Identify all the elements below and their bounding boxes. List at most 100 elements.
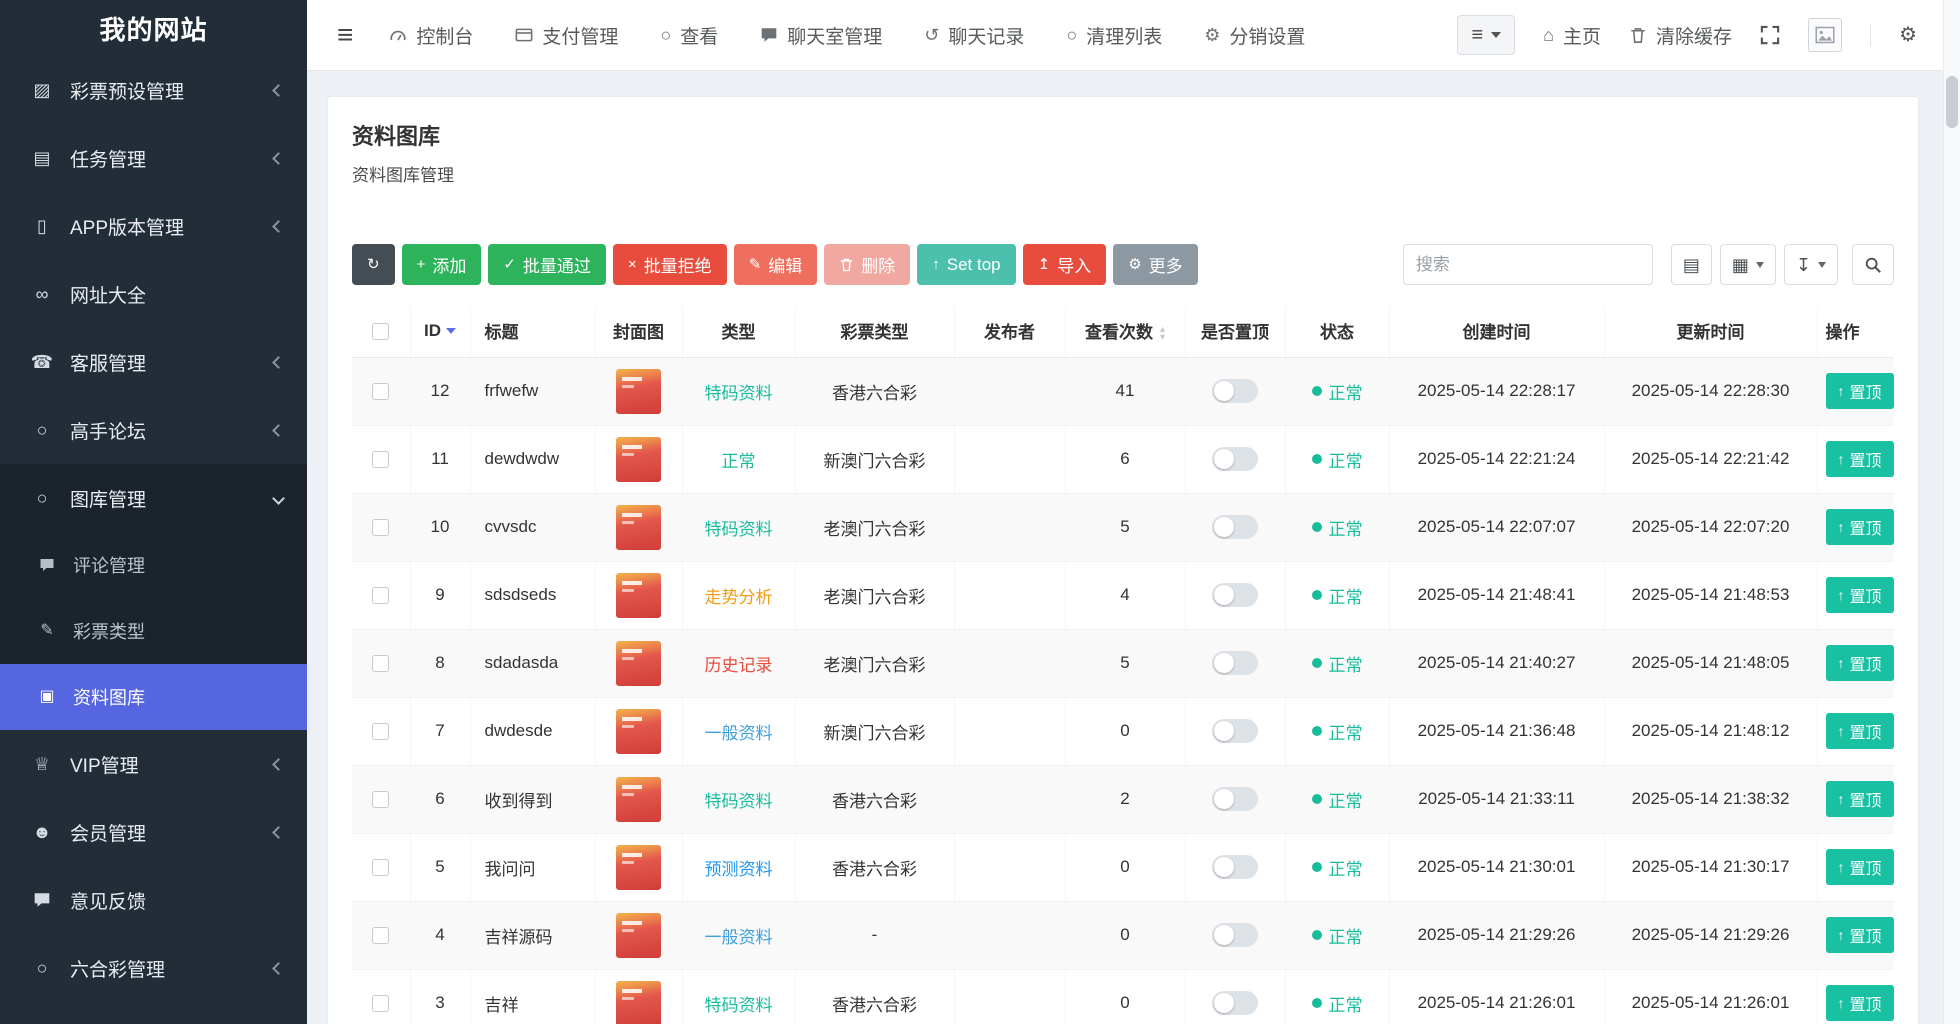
sidebar-subitem[interactable]: ✎彩票类型 bbox=[0, 598, 307, 664]
sort-desc-icon[interactable] bbox=[446, 328, 456, 334]
search-button[interactable] bbox=[1852, 244, 1894, 285]
set-top-row-button[interactable]: ↑置顶 bbox=[1826, 985, 1894, 1021]
topnav-item[interactable]: ○查看 bbox=[660, 22, 718, 49]
cover-image[interactable] bbox=[616, 981, 661, 1024]
sidebar-item[interactable]: ○六合彩管理 bbox=[0, 934, 307, 1002]
type-link[interactable]: 特码资料 bbox=[705, 384, 773, 403]
topnav-item[interactable]: ○清理列表 bbox=[1066, 22, 1162, 49]
sidebar-item[interactable]: ▤任务管理 bbox=[0, 124, 307, 192]
cover-image[interactable] bbox=[616, 573, 661, 618]
top-toggle[interactable] bbox=[1212, 651, 1258, 675]
topnav-item[interactable]: 聊天室管理 bbox=[760, 22, 882, 49]
set-top-row-button[interactable]: ↑置顶 bbox=[1826, 917, 1894, 953]
refresh-button[interactable]: ↻ bbox=[352, 244, 395, 285]
row-checkbox[interactable] bbox=[372, 451, 389, 468]
sidebar-item[interactable]: ♕VIP管理 bbox=[0, 730, 307, 798]
avatar[interactable] bbox=[1808, 18, 1842, 52]
cover-cell bbox=[595, 765, 682, 833]
cover-image[interactable] bbox=[616, 709, 661, 754]
detail-view-button[interactable]: ▤ bbox=[1671, 244, 1712, 285]
type-link[interactable]: 特码资料 bbox=[705, 520, 773, 539]
sidebar-subitem[interactable]: ▣资料图库 bbox=[0, 664, 307, 730]
set-top-row-button[interactable]: ↑置顶 bbox=[1826, 849, 1894, 885]
export-dropdown-button[interactable]: ↧ bbox=[1784, 244, 1838, 285]
type-link[interactable]: 一般资料 bbox=[705, 928, 773, 947]
scrollbar-thumb[interactable] bbox=[1946, 76, 1958, 128]
hamburger-icon[interactable]: ≡ bbox=[337, 21, 353, 49]
cover-image[interactable] bbox=[616, 913, 661, 958]
sidebar-item[interactable]: ∞网址大全 bbox=[0, 260, 307, 328]
cover-image[interactable] bbox=[616, 641, 661, 686]
cover-image[interactable] bbox=[616, 437, 661, 482]
topnav-item[interactable]: 支付管理 bbox=[515, 22, 618, 49]
fullscreen-button[interactable] bbox=[1760, 25, 1780, 45]
table-row: 5我问问预测资料香港六合彩0正常2025-05-14 21:30:012025-… bbox=[352, 833, 1894, 901]
type-link[interactable]: 特码资料 bbox=[705, 792, 773, 811]
top-toggle[interactable] bbox=[1212, 923, 1258, 947]
set-top-row-button[interactable]: ↑置顶 bbox=[1826, 645, 1894, 681]
sidebar-item[interactable]: ▯APP版本管理 bbox=[0, 192, 307, 260]
sidebar-item-label: 网址大全 bbox=[70, 281, 146, 308]
topnav-item[interactable]: 控制台 bbox=[389, 22, 473, 49]
search-input[interactable] bbox=[1403, 244, 1653, 285]
row-checkbox[interactable] bbox=[372, 859, 389, 876]
row-checkbox[interactable] bbox=[372, 587, 389, 604]
row-checkbox[interactable] bbox=[372, 519, 389, 536]
sidebar-item[interactable]: ▨彩票预设管理 bbox=[0, 56, 307, 124]
top-toggle[interactable] bbox=[1212, 855, 1258, 879]
top-toggle[interactable] bbox=[1212, 379, 1258, 403]
batch-reject-button[interactable]: ×批量拒绝 bbox=[613, 244, 727, 285]
set-top-row-button[interactable]: ↑置顶 bbox=[1826, 373, 1894, 409]
page-scrollbar[interactable] bbox=[1943, 0, 1960, 1024]
clear-cache-link[interactable]: 清除缓存 bbox=[1629, 22, 1732, 49]
menu-dropdown-button[interactable]: ≡ bbox=[1457, 15, 1515, 55]
columns-dropdown-button[interactable]: ▦ bbox=[1720, 244, 1776, 285]
type-link[interactable]: 一般资料 bbox=[705, 724, 773, 743]
sidebar-item[interactable]: ☎客服管理 bbox=[0, 328, 307, 396]
sidebar-item[interactable]: ☻会员管理 bbox=[0, 798, 307, 866]
batch-approve-button[interactable]: ✓批量通过 bbox=[488, 244, 606, 285]
sidebar-subitem[interactable]: 评论管理 bbox=[0, 532, 307, 598]
row-checkbox[interactable] bbox=[372, 791, 389, 808]
top-toggle[interactable] bbox=[1212, 991, 1258, 1015]
row-checkbox[interactable] bbox=[372, 927, 389, 944]
set-top-button[interactable]: ↑Set top bbox=[917, 244, 1015, 285]
more-button[interactable]: ⚙更多 bbox=[1113, 244, 1197, 285]
import-button[interactable]: ↥导入 bbox=[1023, 244, 1107, 285]
type-link[interactable]: 正常 bbox=[722, 452, 756, 471]
cover-image[interactable] bbox=[616, 777, 661, 822]
type-link[interactable]: 走势分析 bbox=[705, 588, 773, 607]
top-toggle[interactable] bbox=[1212, 583, 1258, 607]
sidebar-item[interactable]: 意见反馈 bbox=[0, 866, 307, 934]
row-checkbox[interactable] bbox=[372, 995, 389, 1012]
sidebar-item[interactable]: ○图库管理 bbox=[0, 464, 307, 532]
set-top-row-button[interactable]: ↑置顶 bbox=[1826, 441, 1894, 477]
add-button[interactable]: +添加 bbox=[402, 244, 482, 285]
home-link[interactable]: ⌂主页 bbox=[1543, 22, 1601, 49]
cover-image[interactable] bbox=[616, 505, 661, 550]
topnav-item[interactable]: ↺聊天记录 bbox=[924, 22, 1024, 49]
row-checkbox[interactable] bbox=[372, 723, 389, 740]
set-top-row-button[interactable]: ↑置顶 bbox=[1826, 781, 1894, 817]
type-link[interactable]: 预测资料 bbox=[705, 860, 773, 879]
cover-image[interactable] bbox=[616, 369, 661, 414]
select-all-checkbox[interactable] bbox=[372, 323, 389, 340]
row-checkbox[interactable] bbox=[372, 655, 389, 672]
top-toggle[interactable] bbox=[1212, 515, 1258, 539]
sidebar-item[interactable]: ○高手论坛 bbox=[0, 396, 307, 464]
top-toggle[interactable] bbox=[1212, 447, 1258, 471]
set-top-row-button[interactable]: ↑置顶 bbox=[1826, 509, 1894, 545]
settings-button[interactable]: ⚙ bbox=[1899, 25, 1917, 45]
top-toggle[interactable] bbox=[1212, 787, 1258, 811]
top-toggle[interactable] bbox=[1212, 719, 1258, 743]
delete-button[interactable]: 删除 bbox=[824, 244, 910, 285]
cover-image[interactable] bbox=[616, 845, 661, 890]
sort-icon[interactable]: ▴▾ bbox=[1160, 326, 1165, 342]
type-link[interactable]: 历史记录 bbox=[705, 656, 773, 675]
set-top-row-button[interactable]: ↑置顶 bbox=[1826, 713, 1894, 749]
topnav-item[interactable]: ⚙分销设置 bbox=[1204, 22, 1305, 49]
type-link[interactable]: 特码资料 bbox=[705, 996, 773, 1015]
edit-button[interactable]: ✎编辑 bbox=[734, 244, 818, 285]
row-checkbox[interactable] bbox=[372, 383, 389, 400]
set-top-row-button[interactable]: ↑置顶 bbox=[1826, 577, 1894, 613]
